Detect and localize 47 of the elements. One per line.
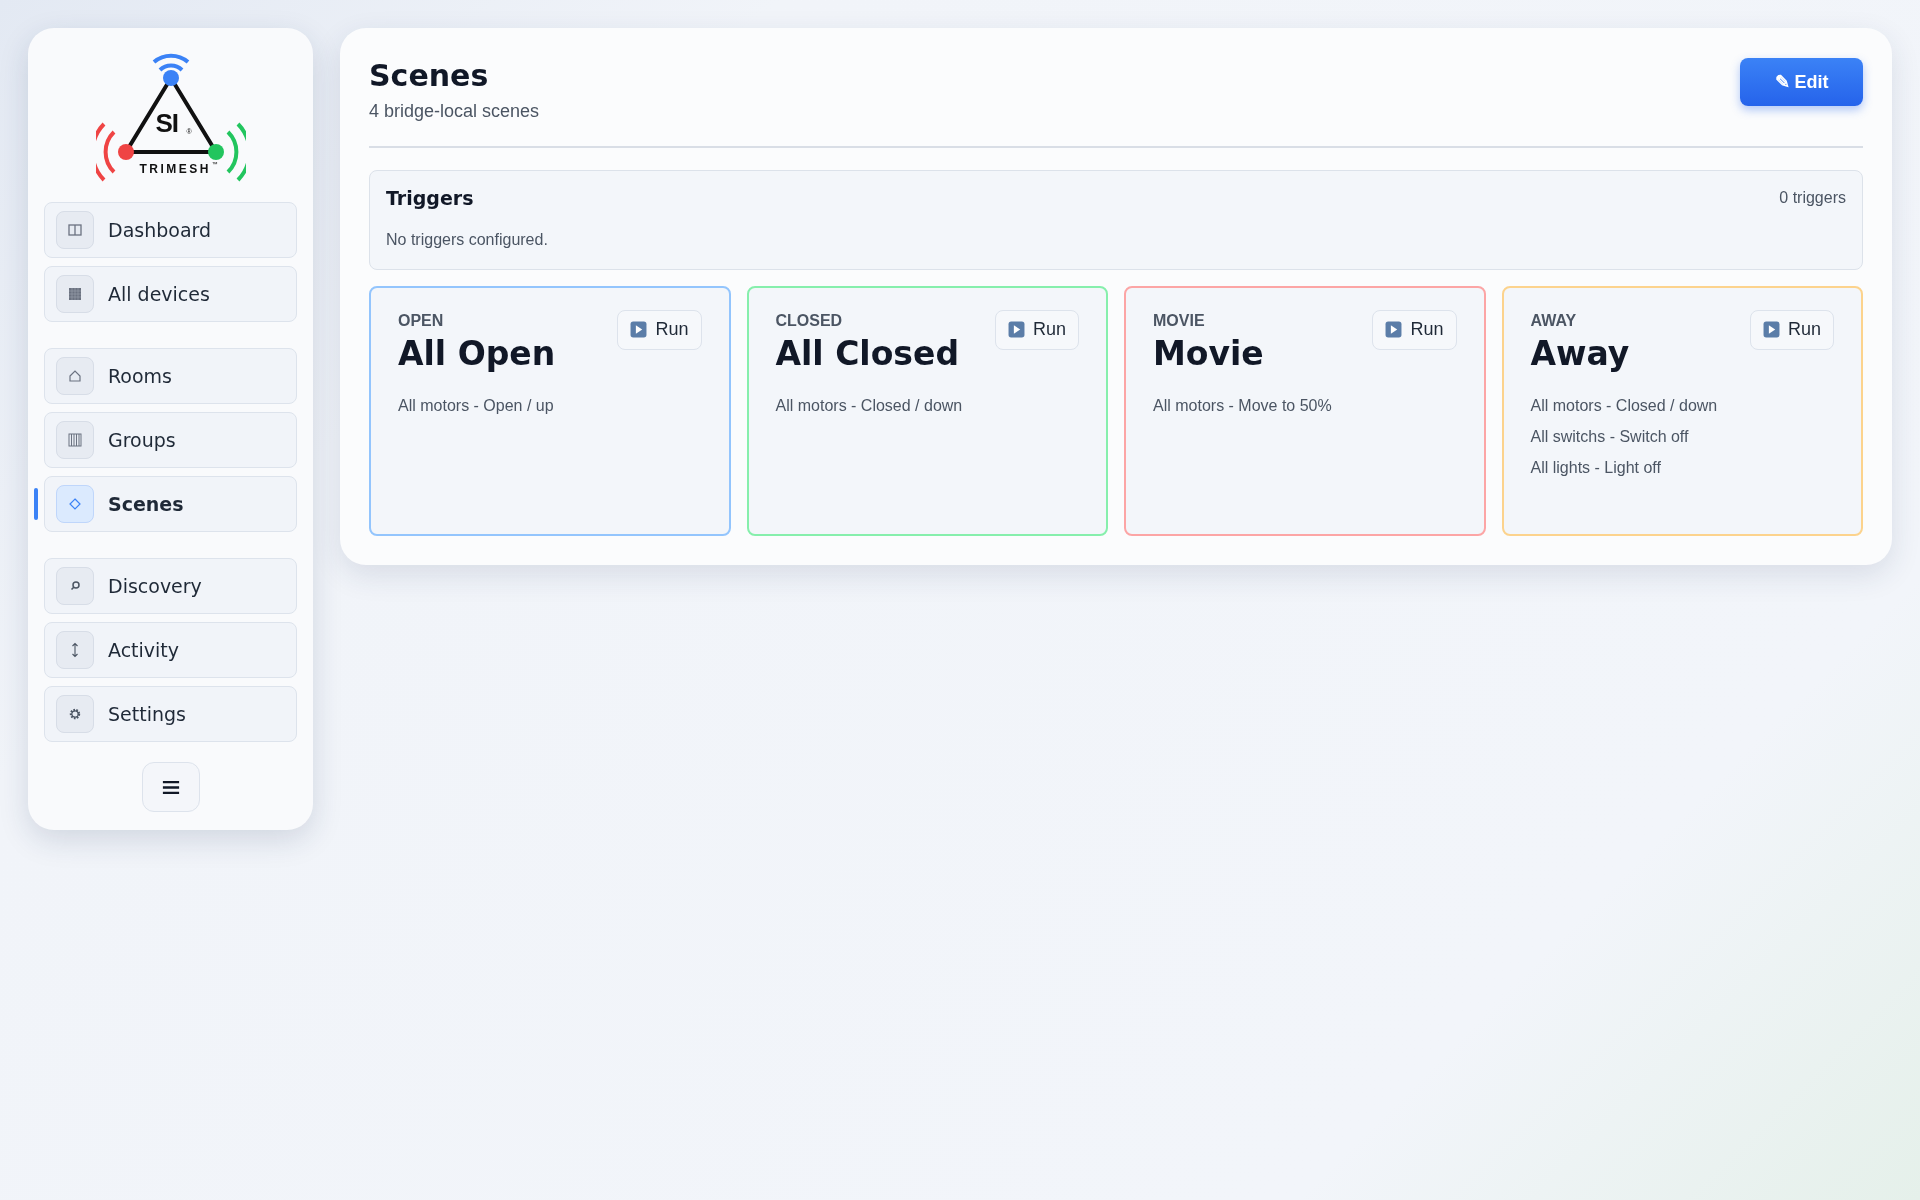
scene-name: Movie (1153, 333, 1264, 373)
scene-tag: OPEN (398, 311, 556, 330)
menu-icon (161, 779, 180, 795)
nav-item[interactable]: Activity (44, 622, 297, 678)
logo-name: TRIMESH (139, 163, 211, 175)
scene-action: All motors - Open / up (398, 396, 555, 415)
scene-action: All motors - Closed / down (775, 396, 964, 415)
diamond-icon (67, 496, 83, 512)
edit-button[interactable]: ✎ Edit (1740, 58, 1863, 106)
play-icon (1762, 321, 1780, 338)
logo-mark: SI (155, 110, 179, 136)
scene-tag: MOVIE (1153, 311, 1264, 330)
nav-item[interactable]: Settings (44, 686, 297, 742)
play-icon (1007, 321, 1025, 338)
scene-tag: CLOSED (775, 311, 959, 330)
nav-item[interactable]: All devices (44, 266, 297, 322)
scene-action: All motors - Closed / down (1530, 396, 1719, 415)
scene-action: All motors - Move to 50% (1153, 396, 1333, 415)
active-indicator (34, 488, 38, 520)
menu-button[interactable] (141, 762, 200, 812)
page-subtitle: 4 bridge-local scenes (369, 101, 540, 122)
settings-icon (67, 706, 83, 722)
nav-item[interactable]: Discovery (44, 558, 297, 614)
run-button[interactable]: Run (617, 309, 702, 350)
nav-item[interactable]: Groups (44, 412, 297, 468)
run-button[interactable]: Run (994, 309, 1079, 350)
scene-name: Away (1530, 333, 1630, 373)
bars-icon (67, 432, 83, 448)
scene-name: All Closed (775, 333, 959, 373)
run-button[interactable]: Run (1372, 309, 1457, 350)
page-title: Scenes (369, 57, 490, 95)
home-icon (67, 368, 83, 384)
nav-item[interactable]: Rooms (44, 348, 297, 404)
nav-item[interactable]: Dashboard (44, 202, 297, 258)
nav-item[interactable]: Scenes (44, 476, 297, 532)
play-icon (630, 321, 648, 338)
run-button[interactable]: Run (1749, 309, 1834, 350)
scene-tag: AWAY (1530, 311, 1630, 330)
play-icon (1385, 321, 1403, 338)
grid-icon (67, 286, 83, 302)
scene-name: All Open (398, 333, 556, 373)
scene-action: All lights - Light off (1530, 458, 1662, 477)
triggers-title: Triggers (386, 186, 474, 209)
columns-icon (67, 222, 83, 238)
empty-message: No triggers configured. (386, 230, 549, 249)
scene-action: All switchs - Switch off (1530, 427, 1690, 446)
triggers-count: 0 triggers (1779, 188, 1846, 207)
